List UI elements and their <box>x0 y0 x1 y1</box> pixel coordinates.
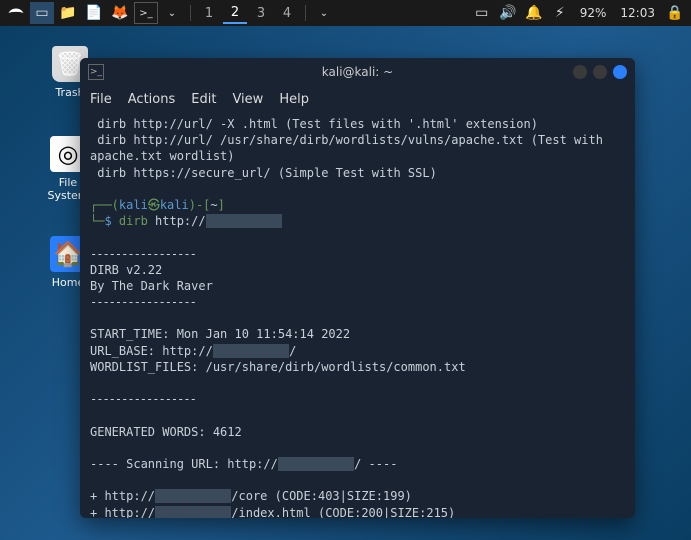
scan-suffix: / ---- <box>354 457 397 471</box>
workspace-2[interactable]: 2 <box>223 2 247 24</box>
workspace-1[interactable]: 1 <box>197 2 221 24</box>
generated-words: GENERATED WORDS: 4612 <box>90 425 242 439</box>
url-base-suffix: / <box>289 344 296 358</box>
titlebar[interactable]: >_ kali@kali: ~ <box>80 58 635 86</box>
redacted-host: xxxxxxxxxx <box>155 506 231 519</box>
dirb-author: By The Dark Raver <box>90 279 213 293</box>
terminal-window: >_ kali@kali: ~ File Actions Edit View H… <box>80 58 635 518</box>
taskbar: ▭ 📁 📄 🦊 >_ ⌄ 1 2 3 4 ⌄ ▭ 🔊 🔔 ⚡ 92% 12:03… <box>0 0 691 26</box>
terminal-titlebar-icon: >_ <box>88 64 104 80</box>
menu-view[interactable]: View <box>232 92 263 107</box>
prompt-path: ~ <box>210 198 217 212</box>
hr-3: ----------------- <box>90 392 196 406</box>
terminal-launcher-icon[interactable]: >_ <box>134 2 158 24</box>
prompt-at: ㉿ <box>148 198 160 212</box>
result-2-prefix: + http:// <box>90 506 155 519</box>
redacted-host: xxxxxxxxxx <box>213 344 289 358</box>
workspace-3[interactable]: 3 <box>249 2 273 24</box>
dirb-version: DIRB v2.22 <box>90 263 162 277</box>
dropdown-icon[interactable]: ⌄ <box>160 2 184 24</box>
url-base-label: URL_BASE: http:// <box>90 344 213 358</box>
cmd-name: dirb <box>119 214 148 228</box>
menu-help[interactable]: Help <box>279 92 309 107</box>
redacted-host: xxxxxxxxxx <box>155 489 231 503</box>
notifications-icon[interactable]: 🔔 <box>522 2 546 24</box>
hr-2: ----------------- <box>90 295 196 309</box>
battery-percent: 92% <box>574 6 613 20</box>
tray-app-icon[interactable]: ▭ <box>470 2 494 24</box>
result-1-prefix: + http:// <box>90 489 155 503</box>
redacted-host: xxxxxxxxxx <box>278 457 354 471</box>
menu-file[interactable]: File <box>90 92 112 107</box>
history-line-1: dirb http://url/ -X .html (Test files wi… <box>90 117 538 131</box>
history-line-2: dirb http://url/ /usr/share/dirb/wordlis… <box>90 133 610 163</box>
hr-1: ----------------- <box>90 247 196 261</box>
close-button[interactable] <box>613 65 627 79</box>
result-2-suffix: /index.html (CODE:200|SIZE:215) <box>231 506 455 519</box>
result-1-suffix: /core (CODE:403|SIZE:199) <box>231 489 412 503</box>
text-editor-icon[interactable]: 📄 <box>82 2 106 24</box>
menu-edit[interactable]: Edit <box>191 92 216 107</box>
window-list-icon[interactable]: ▭ <box>30 2 54 24</box>
workspace-4[interactable]: 4 <box>275 2 299 24</box>
menubar: File Actions Edit View Help <box>80 86 635 112</box>
workspace-dropdown-icon[interactable]: ⌄ <box>312 2 336 24</box>
volume-icon[interactable]: 🔊 <box>496 2 520 24</box>
battery-icon[interactable]: ⚡ <box>548 2 572 24</box>
desktop: 🗑 Trash ◎ File System 🏠 Home >_ kali@kal… <box>0 26 691 540</box>
redacted-host: xxxxxxxxxx <box>206 214 282 228</box>
firefox-icon[interactable]: 🦊 <box>108 2 132 24</box>
files-icon[interactable]: 📁 <box>56 2 80 24</box>
prompt-host: kali <box>160 198 189 212</box>
scan-prefix: ---- Scanning URL: http:// <box>90 457 278 471</box>
window-title: kali@kali: ~ <box>322 65 393 79</box>
cmd-arg: http:// <box>148 214 206 228</box>
minimize-button[interactable] <box>573 65 587 79</box>
prompt-dollar: $ <box>104 214 118 228</box>
clock: 12:03 <box>614 6 661 20</box>
menu-actions[interactable]: Actions <box>128 92 176 107</box>
prompt-user: kali <box>119 198 148 212</box>
kali-menu-icon[interactable] <box>4 2 28 24</box>
maximize-button[interactable] <box>593 65 607 79</box>
history-line-3: dirb https://secure_url/ (Simple Test wi… <box>90 166 437 180</box>
wordlist-files: WORDLIST_FILES: /usr/share/dirb/wordlist… <box>90 360 466 374</box>
terminal-body[interactable]: dirb http://url/ -X .html (Test files wi… <box>80 112 635 518</box>
lock-icon[interactable]: 🔒 <box>663 2 687 24</box>
start-time: START_TIME: Mon Jan 10 11:54:14 2022 <box>90 327 350 341</box>
